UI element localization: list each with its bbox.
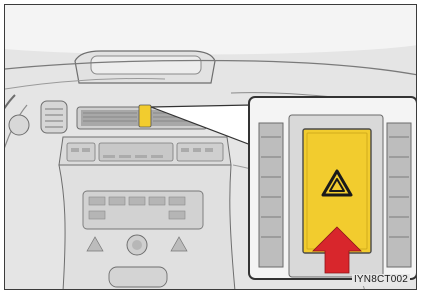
windshield-area <box>5 5 416 55</box>
illustration-frame: IYN8CT002 <box>4 4 417 290</box>
illustration-code: IYN8CT002 <box>351 274 410 286</box>
center-console <box>58 136 236 289</box>
left-air-vent <box>40 100 68 134</box>
illustration-canvas: IYN8CT002 <box>0 0 421 293</box>
hazard-switch-small <box>138 104 152 128</box>
callout-zoom-box <box>248 96 416 280</box>
dashboard-illustration <box>5 5 416 289</box>
